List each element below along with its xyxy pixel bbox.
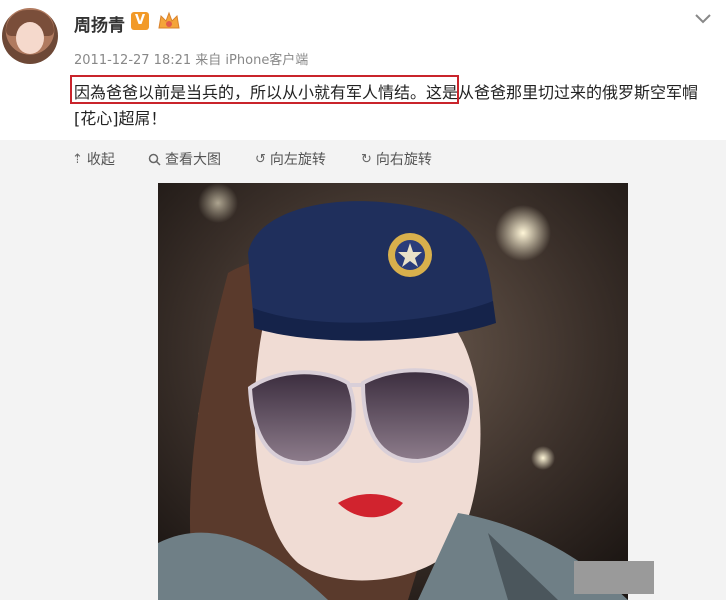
magnify-icon xyxy=(148,153,161,166)
rotate-right-button[interactable]: ↻ 向右旋转 xyxy=(361,149,432,169)
rotate-left-button[interactable]: ↺ 向左旋转 xyxy=(255,149,326,169)
photo-illustration xyxy=(158,183,628,600)
post-time[interactable]: 2011-12-27 18:21 xyxy=(74,53,191,68)
avatar-face xyxy=(16,22,44,54)
post-text-highlighted: 因為爸爸以前是当兵的，所以从小就有军人情结。 xyxy=(74,83,427,102)
collapse-icon: ⇡ xyxy=(72,151,83,167)
post-photo[interactable] xyxy=(158,183,628,600)
rotate-right-icon: ↻ xyxy=(361,151,372,167)
view-large-button[interactable]: 查看大图 xyxy=(148,149,221,169)
vip-badge-icon: V xyxy=(131,12,149,30)
watermark-block xyxy=(574,561,654,594)
collapse-button[interactable]: ⇡ 收起 xyxy=(72,149,115,169)
user-name[interactable]: 周扬青 xyxy=(74,11,125,36)
view-large-label: 查看大图 xyxy=(165,152,221,168)
post-meta: 2011-12-27 18:21 来自 iPhone客户端 xyxy=(74,49,308,68)
rotate-left-icon: ↺ xyxy=(255,151,266,167)
post-text: 因為爸爸以前是当兵的，所以从小就有军人情结。这是从爸爸那里切过来的俄罗斯空军帽[… xyxy=(74,80,714,132)
rotate-left-label: 向左旋转 xyxy=(269,152,326,168)
rotate-right-label: 向右旋转 xyxy=(375,152,432,168)
chevron-down-icon[interactable] xyxy=(694,12,712,26)
collapse-label: 收起 xyxy=(86,152,115,168)
post-source[interactable]: 来自 iPhone客户端 xyxy=(195,53,308,68)
avatar[interactable] xyxy=(2,8,58,64)
crown-icon xyxy=(158,11,180,29)
